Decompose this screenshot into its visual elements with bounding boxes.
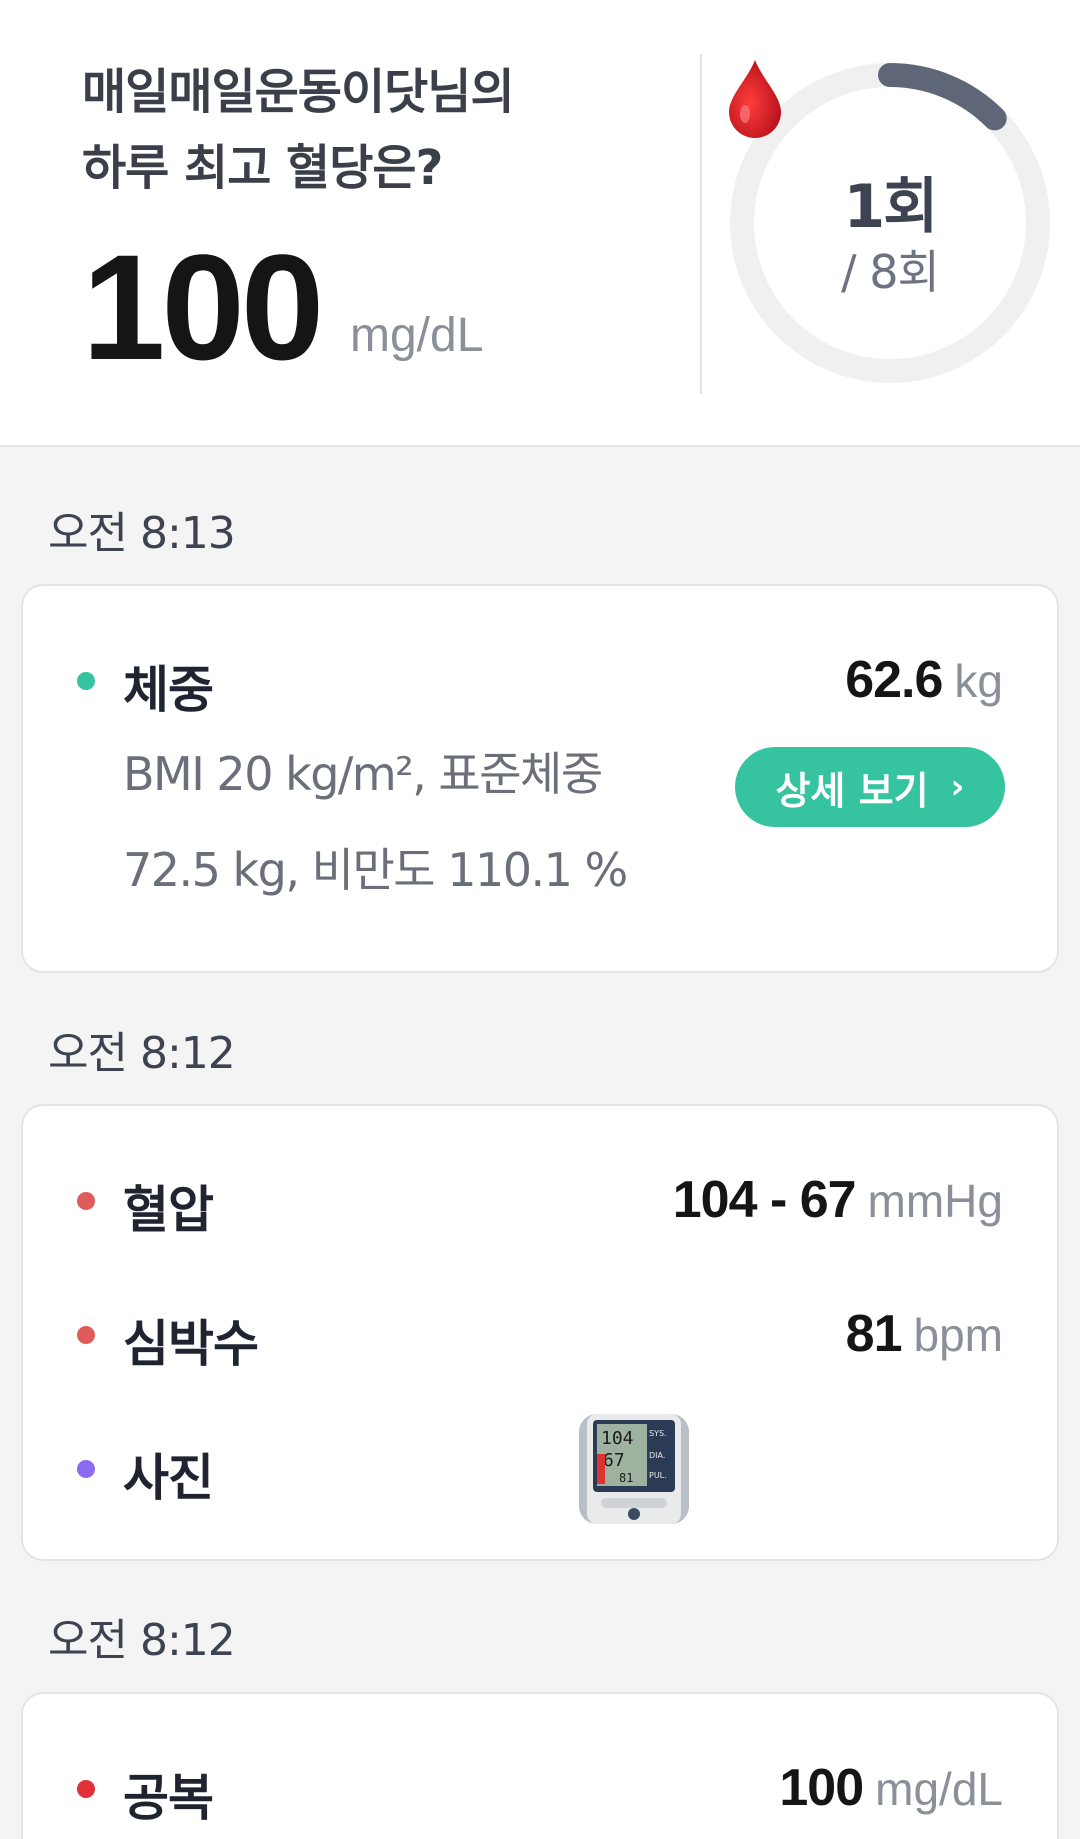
blood-pressure-label: 혈압 (123, 1181, 214, 1239)
blood-pressure-value: 104 - 67 mmHg (673, 1170, 1003, 1230)
blood-pressure-dot (77, 1192, 95, 1210)
photo-sys-digits: 104 (601, 1428, 634, 1449)
glucose-summary-header: 매일매일운동이닷님의 하루 최고 혈당은? 100 mg/dL 1회 / 8회 (0, 0, 1080, 447)
heart-rate-unit: bpm (913, 1309, 1003, 1361)
heart-rate-label: 심박수 (123, 1315, 259, 1373)
bmi-text: BMI 20 kg/m², 표준체중 (123, 747, 603, 801)
measurement-count-ring[interactable]: 1회 / 8회 (725, 58, 1055, 388)
entry-time: 오전 8:13 (48, 508, 236, 559)
fasting-unit: mg/dL (875, 1763, 1003, 1815)
photo-pul-label: PUL. (649, 1471, 667, 1480)
weight-unit: kg (954, 655, 1003, 707)
weight-number: 62.6 (845, 651, 943, 709)
photo-dot (77, 1460, 95, 1478)
heart-rate-value: 81 bpm (846, 1304, 1003, 1364)
photo-label: 사진 (123, 1449, 214, 1507)
photo-sys-label: SYS. (649, 1429, 667, 1438)
greeting-line-1: 매일매일운동이닷님의 (82, 64, 515, 120)
heart-rate-dot (77, 1326, 95, 1344)
chevron-right-icon: › (950, 767, 965, 807)
fasting-number: 100 (779, 1759, 864, 1817)
greeting-line-2: 하루 최고 혈당은? (82, 140, 443, 196)
ring-count: 1회 (843, 172, 939, 242)
weight-label: 체중 (123, 661, 214, 719)
obesity-text: 72.5 kg, 비만도 110.1 % (123, 843, 628, 897)
blood-pressure-card[interactable]: 혈압 104 - 67 mmHg 심박수 81 bpm 사진 104 67 81 S… (21, 1104, 1059, 1561)
photo-dia-label: DIA. (649, 1451, 665, 1460)
photo-dia-digits: 67 (603, 1450, 625, 1471)
max-glucose-value: 100 (82, 223, 324, 391)
greeting-title: 매일매일운동이닷님의 하루 최고 혈당은? (82, 54, 682, 206)
blood-pressure-unit: mmHg (867, 1175, 1003, 1227)
ring-total: / 8회 (841, 245, 940, 299)
entry-time: 오전 8:12 (48, 1615, 236, 1666)
blood-pressure-number: 104 - 67 (672, 1171, 857, 1229)
blood-drop-icon (729, 60, 781, 138)
blood-pressure-photo-thumbnail[interactable]: 104 67 81 SYS. DIA. PUL. (579, 1414, 689, 1524)
fasting-value: 100 mg/dL (779, 1758, 1003, 1818)
photo-pul-digits: 81 (619, 1471, 633, 1485)
header-divider (700, 54, 702, 394)
bp-monitor-photo: 104 67 81 SYS. DIA. PUL. (579, 1414, 689, 1524)
weight-dot (77, 672, 95, 690)
weight-value: 62.6 kg (845, 650, 1003, 710)
view-details-label: 상세 보기 (775, 768, 929, 813)
entry-time: 오전 8:12 (48, 1028, 236, 1079)
weight-card[interactable]: 체중 62.6 kg BMI 20 kg/m², 표준체중 72.5 kg, 비만… (21, 584, 1059, 973)
heart-rate-number: 81 (845, 1305, 903, 1363)
fasting-glucose-card[interactable]: 공복 100 mg/dL (21, 1692, 1059, 1839)
fasting-dot (77, 1780, 95, 1798)
max-glucose-unit: mg/dL (350, 309, 484, 362)
view-details-button[interactable]: 상세 보기 › (735, 747, 1005, 827)
fasting-label: 공복 (123, 1769, 214, 1827)
